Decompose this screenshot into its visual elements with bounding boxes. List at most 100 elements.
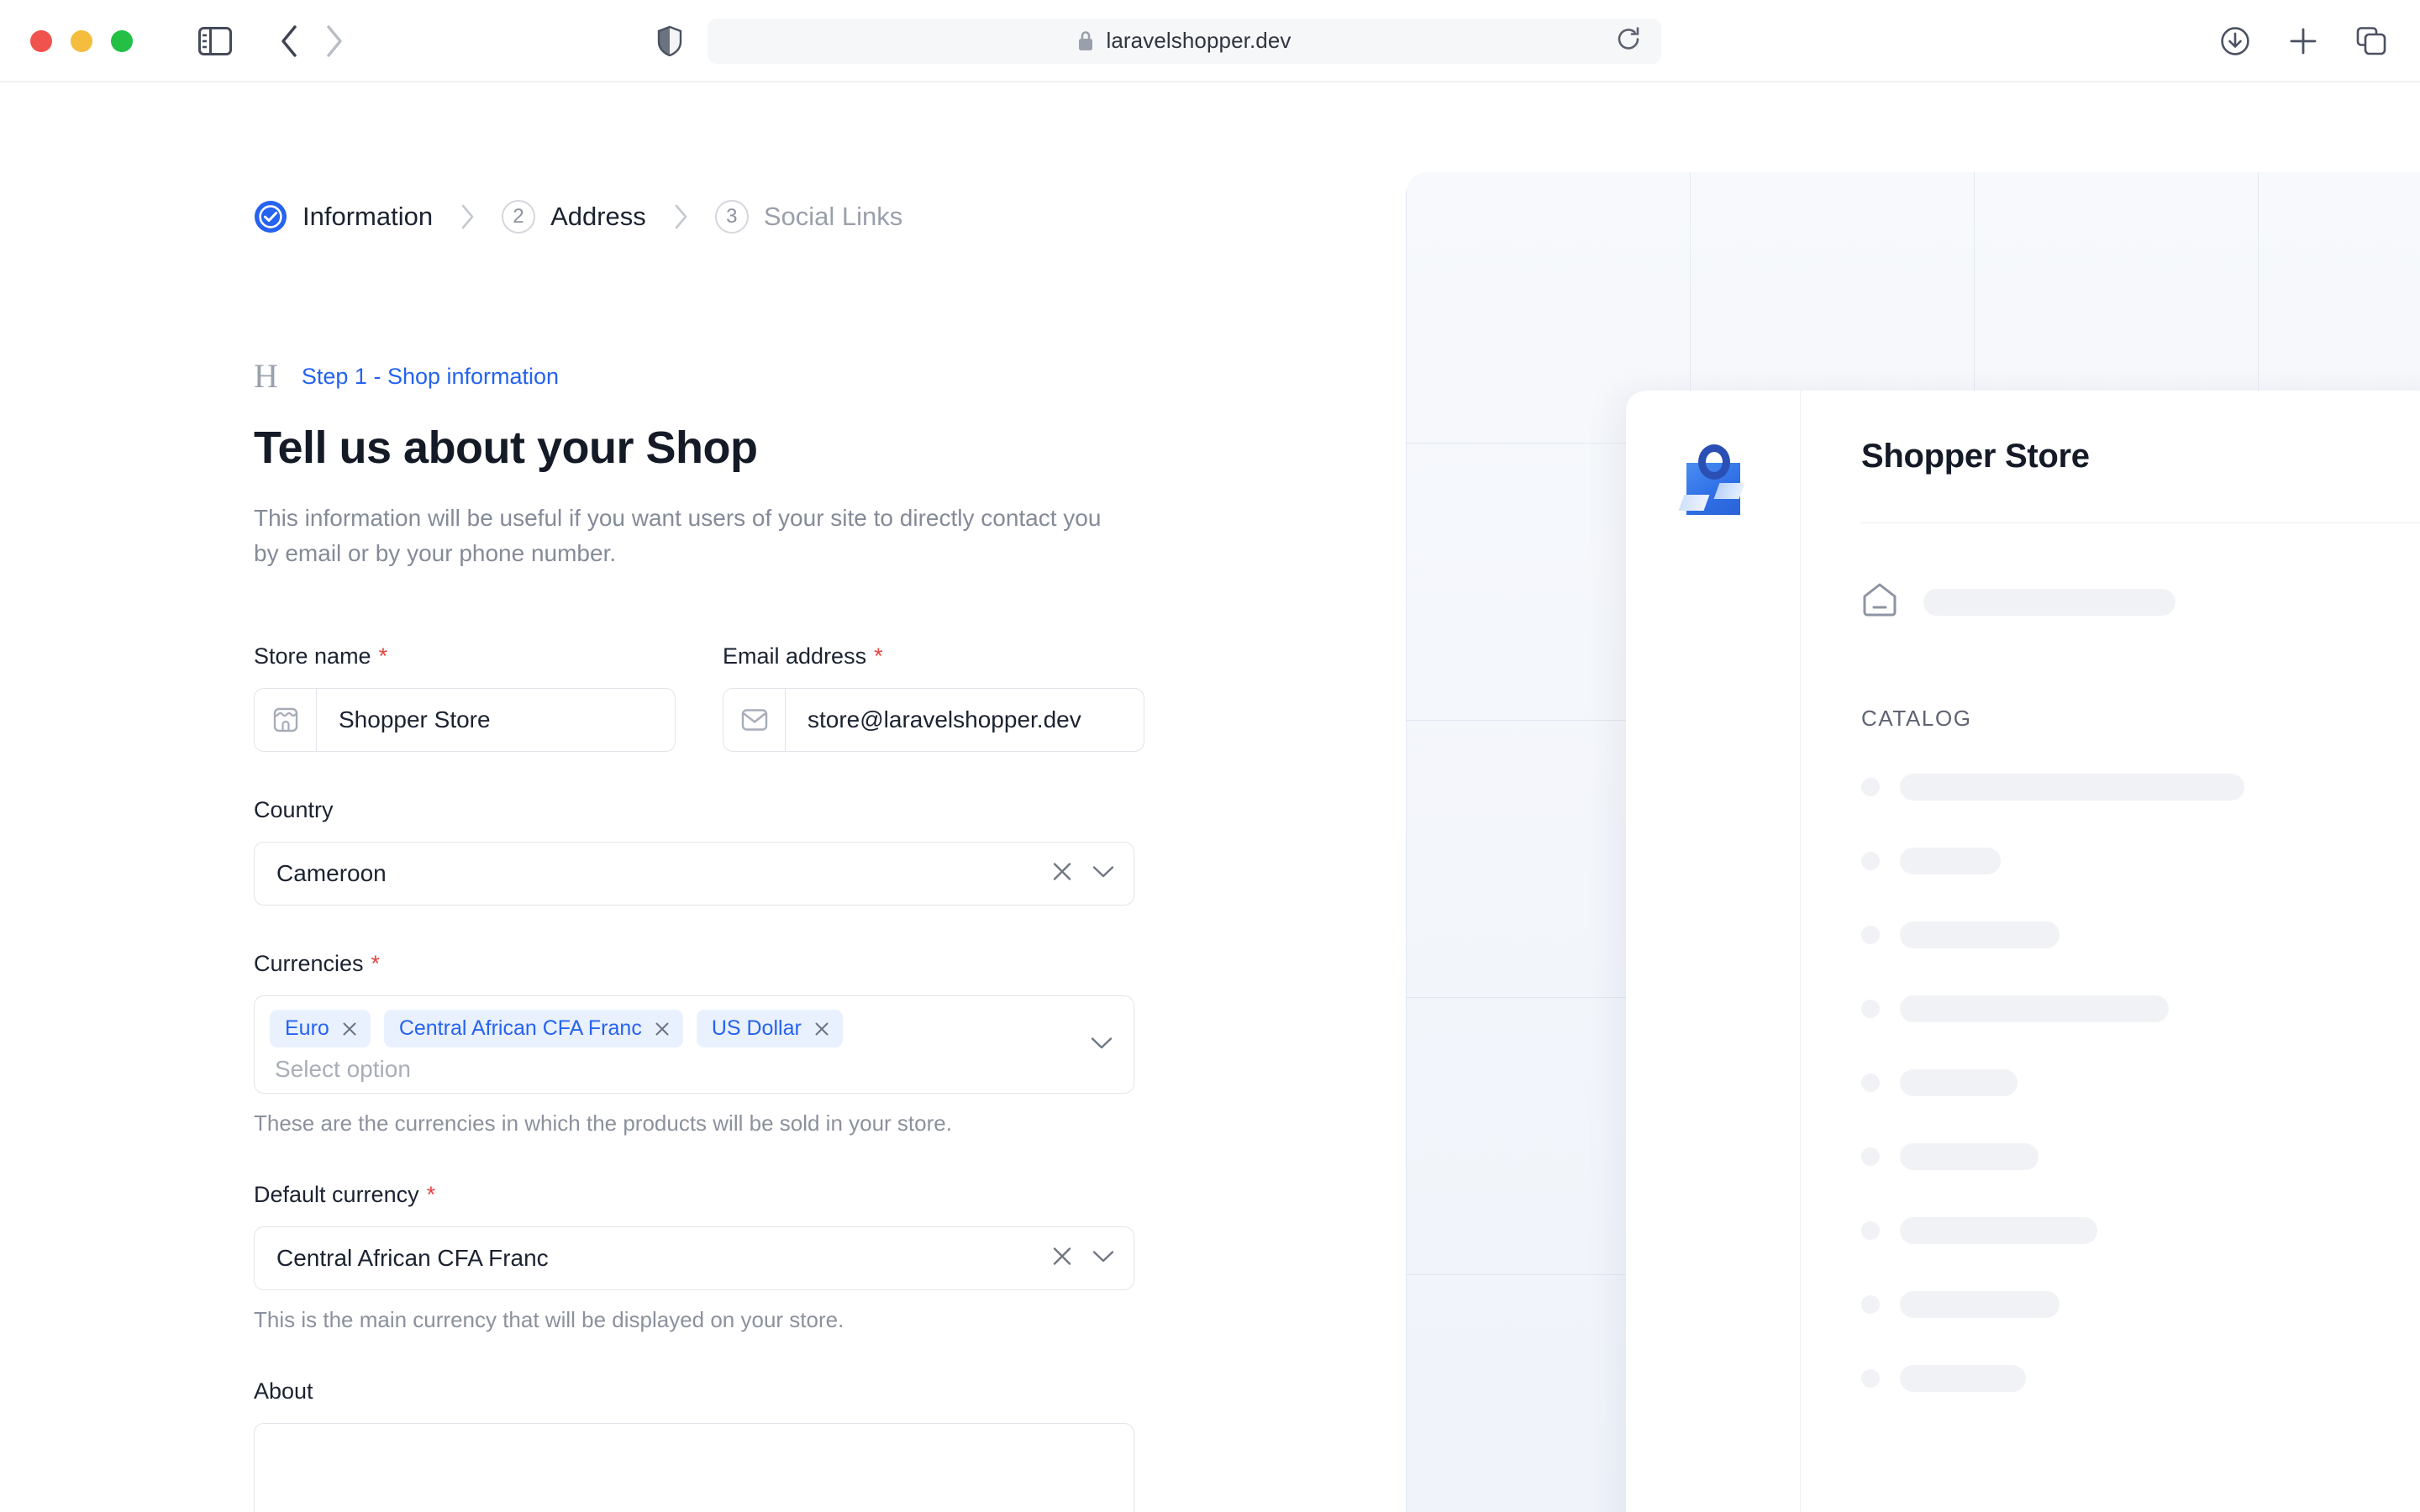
country-label-text: Country — [254, 797, 334, 823]
skeleton-bar — [1900, 1291, 2060, 1318]
about-label-text: About — [254, 1378, 313, 1404]
email-input[interactable]: store@laravelshopper.dev — [723, 688, 1144, 752]
remove-tag-icon[interactable] — [813, 1021, 830, 1037]
currency-tag[interactable]: Central African CFA Franc — [384, 1010, 683, 1047]
skeleton-bar — [1900, 1069, 2018, 1096]
page-description: This information will be useful if you w… — [254, 501, 1128, 571]
chevron-down-icon[interactable] — [1090, 1034, 1113, 1055]
currency-tag-label: US Dollar — [712, 1016, 802, 1041]
step-eyebrow: H Step 1 - Shop information — [254, 360, 1144, 393]
traffic-lights — [30, 30, 133, 52]
step-separator-2-icon — [672, 203, 689, 230]
list-item[interactable] — [1861, 1291, 2420, 1318]
step-information[interactable]: Information — [254, 200, 433, 234]
shopper-bag-logo-icon — [1681, 443, 1745, 515]
onboarding-form: Information 2 Address 3 — [254, 82, 1144, 1512]
chevron-down-icon[interactable] — [1092, 864, 1115, 885]
default-currency-helper-text: This is the main currency that will be d… — [254, 1307, 1134, 1333]
step-eyebrow-text: Step 1 - Shop information — [302, 364, 559, 390]
preview-divider — [1861, 522, 2420, 523]
back-button[interactable] — [279, 24, 299, 58]
list-item[interactable] — [1861, 848, 2420, 874]
browser-toolbar: laravelshopper.dev — [0, 0, 2420, 82]
default-currency-value: Central African CFA Franc — [276, 1245, 549, 1272]
skeleton-bar — [1923, 589, 2175, 616]
skeleton-dot — [1861, 852, 1880, 870]
default-currency-field: Default currency * Central African CFA F… — [254, 1182, 1134, 1333]
close-window-button[interactable] — [30, 30, 52, 52]
reload-icon[interactable] — [1616, 26, 1641, 55]
preview-home-row[interactable] — [1861, 582, 2420, 622]
country-select[interactable]: Cameroon — [254, 842, 1134, 906]
list-item[interactable] — [1861, 1069, 2420, 1096]
list-item[interactable] — [1861, 995, 2420, 1022]
step-separator-1-icon — [459, 203, 476, 230]
preview-logo-rail — [1626, 391, 1801, 1512]
currencies-label-text: Currencies — [254, 951, 364, 977]
currency-tag-label: Euro — [285, 1016, 329, 1041]
heading-letter-icon: H — [254, 360, 278, 393]
skeleton-dot — [1861, 1295, 1880, 1314]
list-item[interactable] — [1861, 1217, 2420, 1244]
skeleton-dot — [1861, 1369, 1880, 1388]
skeleton-bar — [1900, 921, 2060, 948]
store-name-value[interactable]: Shopper Store — [317, 689, 675, 751]
address-bar[interactable]: laravelshopper.dev — [708, 18, 1661, 64]
skeleton-dot — [1861, 1074, 1880, 1092]
list-item[interactable] — [1861, 774, 2420, 801]
step-social-links[interactable]: 3 Social Links — [715, 200, 902, 234]
home-icon — [1861, 582, 1898, 622]
remove-tag-icon[interactable] — [654, 1021, 671, 1037]
chevron-down-icon[interactable] — [1092, 1248, 1115, 1269]
forward-button[interactable] — [324, 24, 345, 58]
required-asterisk: * — [379, 643, 388, 669]
email-value[interactable]: store@laravelshopper.dev — [786, 689, 1144, 751]
list-item[interactable] — [1861, 1365, 2420, 1392]
url-display: laravelshopper.dev — [1077, 28, 1291, 54]
new-tab-button[interactable] — [2289, 27, 2317, 55]
step-address[interactable]: 2 Address — [502, 200, 646, 234]
clear-icon[interactable] — [1051, 861, 1073, 887]
privacy-shield-icon[interactable] — [657, 26, 682, 56]
sidebar-toggle-icon[interactable] — [198, 27, 232, 55]
about-field: About — [254, 1378, 1134, 1512]
skeleton-bar — [1900, 1365, 2026, 1392]
store-name-label: Store name * — [254, 643, 676, 669]
preview-catalog-label: CATALOG — [1861, 706, 2420, 732]
currencies-helper-text: These are the currencies in which the pr… — [254, 1110, 1134, 1137]
skeleton-bar — [1900, 774, 2244, 801]
store-preview-panel: Shopper Store CATALOG — [1406, 172, 2420, 1512]
browser-window: laravelshopper.dev — [0, 0, 2420, 1512]
store-name-label-text: Store name — [254, 643, 371, 669]
minimize-window-button[interactable] — [71, 30, 92, 52]
currency-tag[interactable]: Euro — [270, 1010, 371, 1047]
skeleton-dot — [1861, 1221, 1880, 1240]
step-number-address: 2 — [502, 200, 535, 234]
email-field: Email address * store@laravelshopper.dev — [723, 643, 1144, 752]
required-asterisk: * — [427, 1182, 436, 1208]
preview-main: Shopper Store CATALOG — [1801, 391, 2420, 1512]
preview-store-title: Shopper Store — [1861, 438, 2420, 522]
currency-tag[interactable]: US Dollar — [697, 1010, 843, 1047]
default-currency-select[interactable]: Central African CFA Franc — [254, 1226, 1134, 1290]
about-textarea[interactable] — [254, 1423, 1134, 1512]
downloads-icon[interactable] — [2220, 26, 2250, 56]
tab-overview-button[interactable] — [2356, 27, 2386, 55]
store-name-field: Store name * Shopper Store — [254, 643, 676, 752]
clear-icon[interactable] — [1051, 1246, 1073, 1272]
required-asterisk: * — [371, 951, 381, 977]
remove-tag-icon[interactable] — [341, 1021, 358, 1037]
step-label-address: Address — [550, 202, 646, 232]
skeleton-bar — [1900, 848, 2001, 874]
page-content: Information 2 Address 3 — [0, 82, 2420, 1512]
skeleton-dot — [1861, 926, 1880, 944]
list-item[interactable] — [1861, 921, 2420, 948]
currencies-placeholder[interactable]: Select option — [270, 1054, 1075, 1083]
name-email-row: Store name * Shopper Store — [254, 643, 1144, 752]
store-name-input[interactable]: Shopper Store — [254, 688, 676, 752]
step-label-social-links: Social Links — [764, 202, 902, 232]
currencies-multiselect[interactable]: Euro Central African CFA Franc — [254, 995, 1134, 1094]
list-item[interactable] — [1861, 1143, 2420, 1170]
maximize-window-button[interactable] — [111, 30, 133, 52]
stepper: Information 2 Address 3 — [254, 200, 1144, 234]
